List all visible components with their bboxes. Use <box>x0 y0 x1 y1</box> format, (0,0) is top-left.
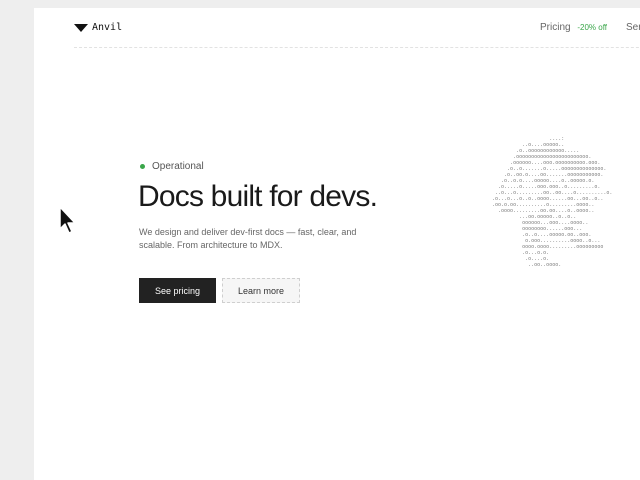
see-pricing-button[interactable]: See pricing <box>139 278 216 303</box>
page: Anvil Pricing -20% off Ser Operational D… <box>34 8 640 480</box>
status-text: Operational <box>152 161 204 172</box>
status-indicator: Operational <box>140 161 204 172</box>
hero-description: We design and deliver dev-first docs — f… <box>139 227 357 250</box>
nav-link-services[interactable]: Ser <box>626 22 640 33</box>
status-dot-icon <box>140 164 145 169</box>
discount-badge: -20% off <box>577 23 608 32</box>
learn-more-button[interactable]: Learn more <box>222 278 300 303</box>
mouse-cursor-icon <box>59 206 76 234</box>
nav-pricing-label: Pricing <box>540 22 571 33</box>
anvil-logo-icon <box>74 23 88 32</box>
nav-link-pricing[interactable]: Pricing -20% off <box>540 22 607 33</box>
brand-name: Anvil <box>92 22 123 33</box>
brand-logo[interactable]: Anvil <box>74 22 122 33</box>
hero-title: Docs built for devs. <box>138 180 378 213</box>
ascii-art-illustration: ....: ..o....ooooo.. .o..oooooooooooo...… <box>492 136 613 266</box>
top-navbar: Anvil Pricing -20% off Ser <box>74 8 640 48</box>
